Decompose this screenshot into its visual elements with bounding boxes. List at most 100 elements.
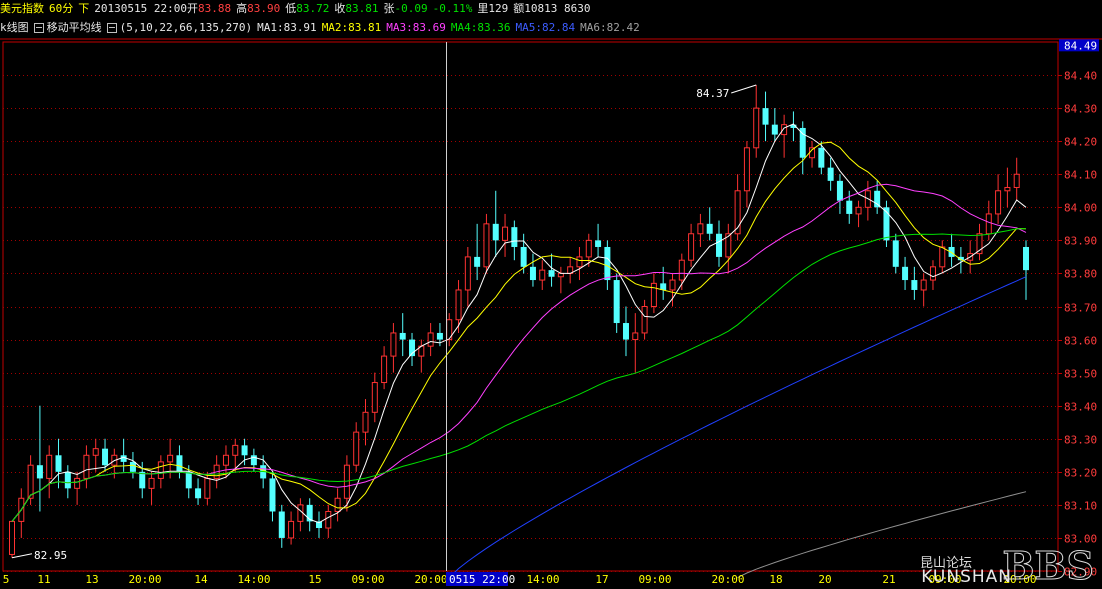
candle-body	[548, 270, 555, 277]
candle-body	[911, 280, 918, 290]
ma3-line	[11, 183, 1027, 522]
candle-body	[929, 266, 936, 281]
candle-body	[222, 454, 229, 466]
candle-body	[650, 282, 657, 308]
cursor-time-label: 0515 22:00	[449, 573, 515, 586]
candle-body	[297, 504, 304, 522]
candle-body	[120, 455, 127, 462]
candle-body	[995, 190, 1002, 215]
candle-body	[697, 223, 704, 235]
y-tick-label: 84.20	[1064, 136, 1097, 149]
candle-body	[855, 206, 862, 215]
candle-body	[874, 190, 881, 208]
candle-body	[669, 279, 676, 291]
candle-body	[1013, 173, 1020, 188]
x-tick-label: 5	[3, 573, 10, 586]
candle-body	[381, 355, 388, 384]
x-tick-label: 14	[194, 573, 208, 586]
x-tick-label: 14:00	[526, 573, 559, 586]
y-tick-label: 83.20	[1064, 467, 1097, 480]
candle-body	[129, 461, 136, 472]
candle-body	[278, 511, 285, 538]
candle-body	[920, 279, 927, 291]
candle-body	[716, 233, 723, 257]
candle-body	[818, 147, 825, 168]
candle-body	[167, 454, 174, 463]
ma2-line	[11, 141, 1027, 522]
candle-body	[743, 147, 750, 192]
x-tick-label: 15	[308, 573, 321, 586]
watermark-logo: BBS	[1002, 543, 1095, 588]
candle-body	[371, 382, 378, 413]
x-tick-label: 21	[882, 573, 895, 586]
x-tick-label: 20	[818, 573, 831, 586]
candle-body	[1004, 186, 1011, 192]
candle-body	[827, 167, 834, 181]
candle-body	[557, 272, 564, 278]
candle-body	[985, 213, 992, 235]
ma6-line	[737, 491, 1027, 579]
candle-body	[585, 239, 592, 258]
candle-body	[74, 477, 81, 489]
candle-body	[902, 266, 909, 281]
candle-body	[539, 269, 546, 281]
candle-body	[55, 455, 62, 472]
x-tick-label: 17	[595, 573, 608, 586]
candle-body	[464, 256, 471, 291]
y-tick-label: 84.00	[1064, 202, 1097, 215]
y-tick-label: 83.40	[1064, 401, 1097, 414]
candle-body	[241, 445, 248, 456]
candle-body	[176, 455, 183, 472]
y-tick-label: 83.70	[1064, 302, 1097, 315]
candle-body	[595, 240, 602, 247]
y-tick-label: 84.10	[1064, 169, 1097, 182]
candle-body	[92, 448, 99, 456]
current-price-label: 84.49	[1064, 39, 1097, 52]
y-tick-label: 83.90	[1064, 235, 1097, 248]
candle-body	[604, 246, 611, 281]
candle-body	[1023, 246, 1029, 271]
candle-body	[455, 289, 462, 321]
candle-body	[269, 478, 276, 512]
candle-body	[762, 108, 769, 125]
candle-body	[892, 240, 899, 267]
candle-body	[390, 332, 397, 357]
x-tick-label: 09:00	[351, 573, 384, 586]
candle-body	[511, 227, 518, 247]
x-tick-label: 20:00	[414, 573, 447, 586]
candle-body	[939, 246, 946, 268]
x-tick-label: 13	[85, 573, 98, 586]
candle-body	[678, 259, 685, 281]
x-tick-label: 14:00	[237, 573, 270, 586]
candle-body	[529, 266, 536, 281]
candle-body	[771, 124, 778, 135]
candle-body	[334, 497, 341, 512]
candle-body	[288, 520, 295, 539]
ma4-line	[11, 228, 1026, 522]
ma5-line	[448, 276, 1027, 578]
y-tick-label: 83.80	[1064, 268, 1097, 281]
candlestick-chart[interactable]: 84.40 84.30 84.20 84.10 84.00 83.90 83.80 83.70…	[0, 0, 1102, 589]
candle-body	[343, 464, 350, 499]
candle-body	[139, 471, 146, 489]
candle-body	[753, 107, 760, 149]
candle-body	[232, 444, 239, 456]
x-tick-label: 20:00	[711, 573, 744, 586]
candle-body	[250, 455, 257, 466]
candle-body	[353, 431, 360, 466]
max-annotation: 84.37	[696, 87, 729, 100]
candle-body	[641, 306, 648, 334]
candle-body	[688, 233, 695, 261]
candle-body	[204, 477, 211, 499]
chart-frame	[2, 41, 1059, 572]
candle-body	[632, 332, 639, 341]
candle-body	[9, 520, 15, 555]
x-tick-label: 09:00	[638, 573, 671, 586]
watermark-en: KUNSHAN	[921, 567, 1012, 587]
candle-body	[157, 461, 164, 479]
candle-body	[46, 454, 53, 479]
candle-body	[836, 180, 843, 201]
candle-body	[427, 332, 434, 347]
candle-body	[436, 332, 443, 340]
x-tick-label: 20:00	[128, 573, 161, 586]
